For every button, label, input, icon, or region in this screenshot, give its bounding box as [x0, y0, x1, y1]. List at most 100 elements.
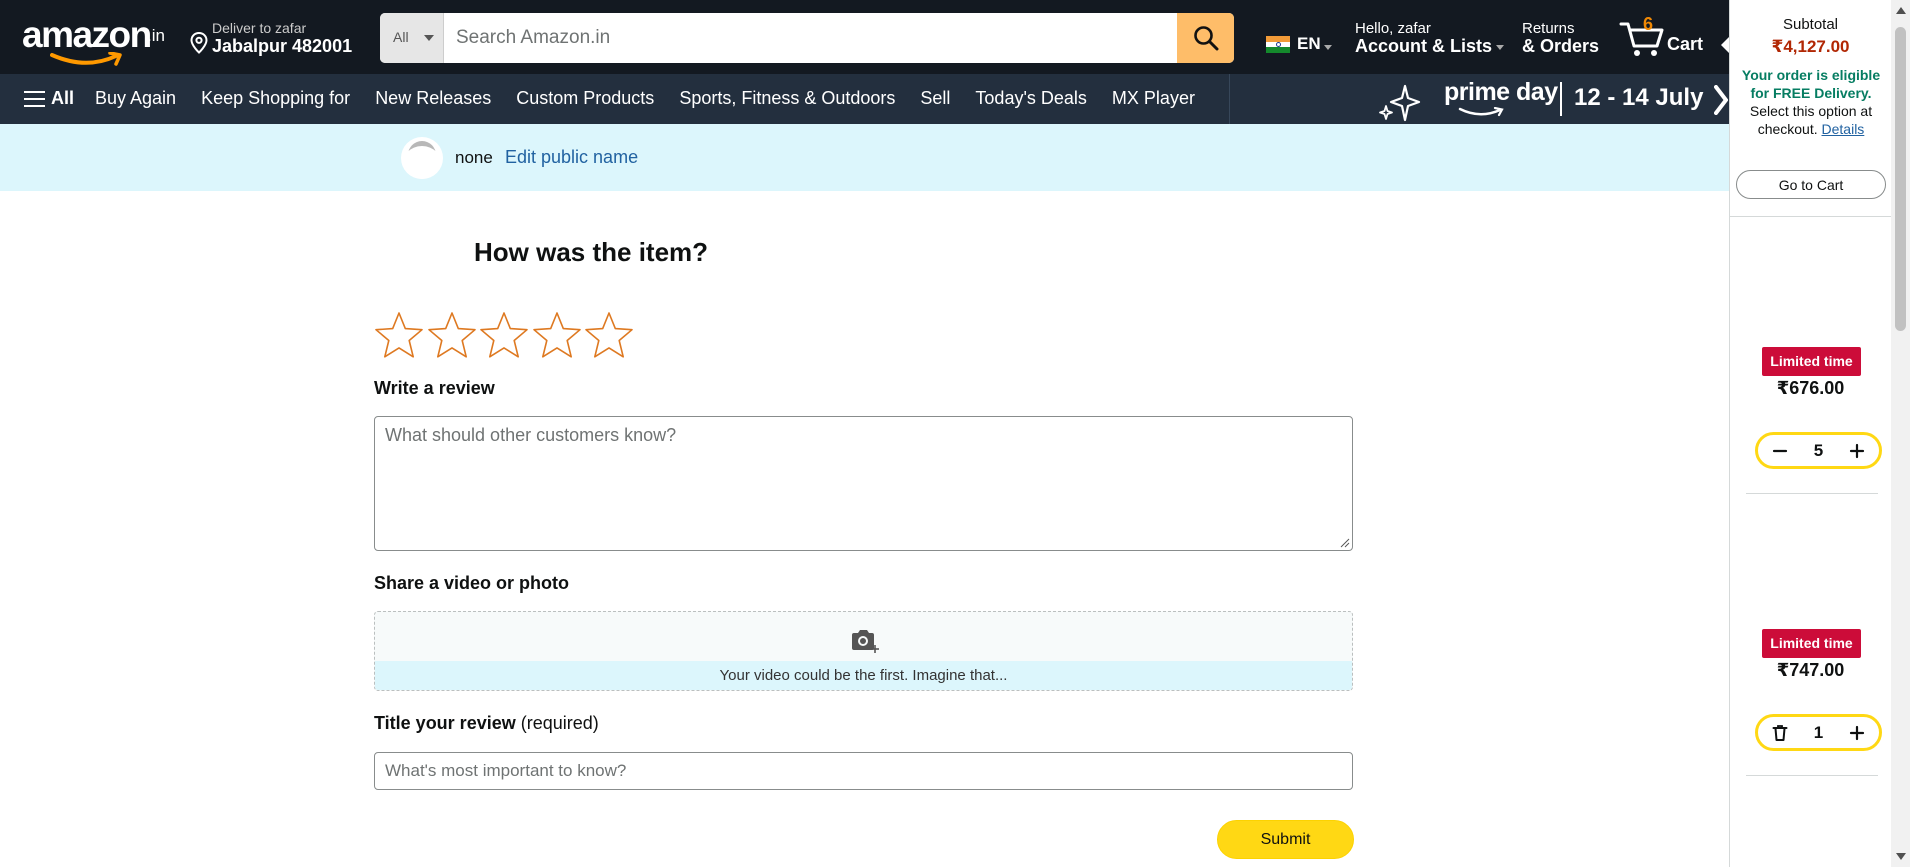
go-to-cart-button[interactable]: Go to Cart — [1736, 170, 1886, 199]
quantity-stepper: 5 — [1755, 432, 1882, 469]
public-name: none — [455, 148, 493, 167]
limited-time-badge: Limited time — [1762, 347, 1861, 376]
quantity-stepper: 1 — [1755, 714, 1882, 751]
add-camera-icon — [852, 630, 879, 653]
increase-quantity-button[interactable] — [1839, 717, 1875, 748]
star-3-icon[interactable] — [478, 310, 530, 360]
orders-label: & Orders — [1522, 36, 1600, 56]
nav-link-buy-again[interactable]: Buy Again — [87, 88, 184, 109]
minus-icon — [1772, 449, 1788, 452]
returns-orders[interactable]: Returns & Orders — [1522, 20, 1599, 57]
delete-item-button[interactable] — [1762, 717, 1798, 748]
logo-wordmark: amazon — [22, 14, 152, 55]
logo-tld: .in — [147, 26, 165, 45]
account-greeting: Hello, zafar — [1355, 20, 1431, 37]
title-review-text: Title your review — [374, 713, 516, 733]
cart-label: Cart — [1667, 34, 1704, 54]
panel-divider — [1730, 216, 1891, 217]
write-review-label: Write a review — [374, 378, 495, 398]
free-delivery-bold: Your order is eligible for FREE Delivery… — [1741, 67, 1881, 101]
nav-link-new-releases[interactable]: New Releases — [367, 88, 499, 109]
deliver-location: Jabalpur 482001 — [212, 36, 353, 56]
quantity-value: 1 — [1813, 723, 1824, 742]
nav-link-keep-shopping[interactable]: Keep Shopping for — [193, 88, 358, 109]
scroll-up-icon[interactable] — [1896, 7, 1906, 14]
prime-day-label: prime day — [1444, 78, 1558, 106]
details-link[interactable]: Details — [1822, 121, 1865, 137]
limited-time-badge: Limited time — [1762, 629, 1861, 658]
subtotal-value: ₹4,127.00 — [1771, 37, 1850, 56]
search-category-select[interactable]: All — [380, 13, 444, 63]
public-profile-strip: none Edit public name — [0, 124, 1729, 191]
account-menu[interactable]: Hello, zafar Account & Lists — [1355, 20, 1505, 57]
sparkle-icon — [1379, 84, 1421, 122]
star-rating — [373, 310, 636, 360]
top-nav: amazon .in Deliver to zafar Jabalpur 482… — [0, 0, 1729, 74]
prime-day-dates: 12 - 14 July — [1574, 84, 1704, 111]
prime-day-banner[interactable]: prime day 12 - 14 July — [1229, 74, 1729, 124]
deliver-label: Deliver to zafar — [212, 20, 307, 36]
avatar — [401, 137, 443, 179]
star-1-icon[interactable] — [373, 310, 425, 360]
media-upload-zone[interactable]: Your video could be the first. Imagine t… — [374, 611, 1353, 691]
search-button[interactable] — [1177, 13, 1234, 63]
required-indicator: (required) — [520, 713, 599, 733]
returns-label: Returns — [1522, 20, 1575, 37]
hamburger-icon — [24, 90, 45, 107]
free-delivery-message: Your order is eligible for FREE Delivery… — [1740, 66, 1882, 138]
item-divider — [1746, 775, 1878, 776]
resize-grip-icon[interactable] — [1340, 538, 1350, 548]
secondary-nav: All Buy Again Keep Shopping for New Rele… — [0, 74, 1729, 124]
all-menu-button[interactable]: All — [24, 88, 74, 109]
prime-smile-icon — [1458, 107, 1504, 117]
cart-button[interactable]: 6 Cart — [1619, 12, 1719, 62]
nav-link-sports[interactable]: Sports, Fitness & Outdoors — [671, 88, 903, 109]
submit-button[interactable]: Submit — [1217, 820, 1354, 859]
increase-quantity-button[interactable] — [1839, 435, 1875, 466]
plus-icon — [1849, 443, 1865, 458]
edit-public-name-link[interactable]: Edit public name — [505, 147, 638, 168]
star-2-icon[interactable] — [426, 310, 478, 360]
caret-down-icon — [1323, 44, 1332, 50]
upload-hint: Your video could be the first. Imagine t… — [375, 661, 1352, 690]
item-divider — [1746, 493, 1878, 494]
search-bar: All — [380, 13, 1234, 63]
nav-link-todays-deals[interactable]: Today's Deals — [967, 88, 1095, 109]
nav-link-mx-player[interactable]: MX Player — [1104, 88, 1203, 109]
caret-down-icon — [424, 35, 434, 41]
cart-count: 6 — [1643, 14, 1654, 34]
search-category-label: All — [393, 29, 409, 45]
item-price: ₹676.00 — [1776, 378, 1845, 398]
nav-link-custom-products[interactable]: Custom Products — [508, 88, 662, 109]
language-selector[interactable]: EN — [1266, 34, 1332, 54]
smile-icon — [50, 52, 122, 66]
search-icon — [1193, 26, 1218, 51]
cart-side-panel: Subtotal ₹4,127.00 Your order is eligibl… — [1729, 0, 1891, 867]
decrease-quantity-button[interactable] — [1762, 435, 1798, 466]
title-review-label: Title your review (required) — [374, 713, 599, 734]
language-code: EN — [1297, 34, 1321, 53]
star-4-icon[interactable] — [531, 310, 583, 360]
india-flag-icon — [1266, 35, 1290, 53]
search-input[interactable] — [444, 13, 1168, 63]
scrollbar-thumb[interactable] — [1895, 27, 1906, 331]
nav-link-sell[interactable]: Sell — [912, 88, 958, 109]
all-menu-label: All — [51, 88, 75, 108]
review-textarea[interactable] — [374, 416, 1353, 551]
banner-divider — [1560, 82, 1562, 116]
trash-icon — [1772, 724, 1788, 741]
quantity-value: 5 — [1813, 441, 1824, 460]
amazon-logo[interactable]: amazon .in — [22, 12, 170, 66]
review-title-input[interactable] — [374, 752, 1353, 790]
item-price: ₹747.00 — [1776, 660, 1845, 680]
chevron-right-icon — [1714, 85, 1728, 115]
star-5-icon[interactable] — [583, 310, 635, 360]
nav-links: Buy Again Keep Shopping for New Releases… — [87, 88, 1212, 109]
rating-question: How was the item? — [474, 237, 709, 267]
page-scrollbar[interactable] — [1891, 0, 1910, 867]
account-lists-label: Account & Lists — [1355, 36, 1493, 56]
scroll-down-icon[interactable] — [1896, 853, 1906, 860]
plus-icon — [1849, 725, 1865, 740]
subtotal-label: Subtotal — [1782, 16, 1839, 33]
location-pin-icon — [190, 32, 208, 54]
